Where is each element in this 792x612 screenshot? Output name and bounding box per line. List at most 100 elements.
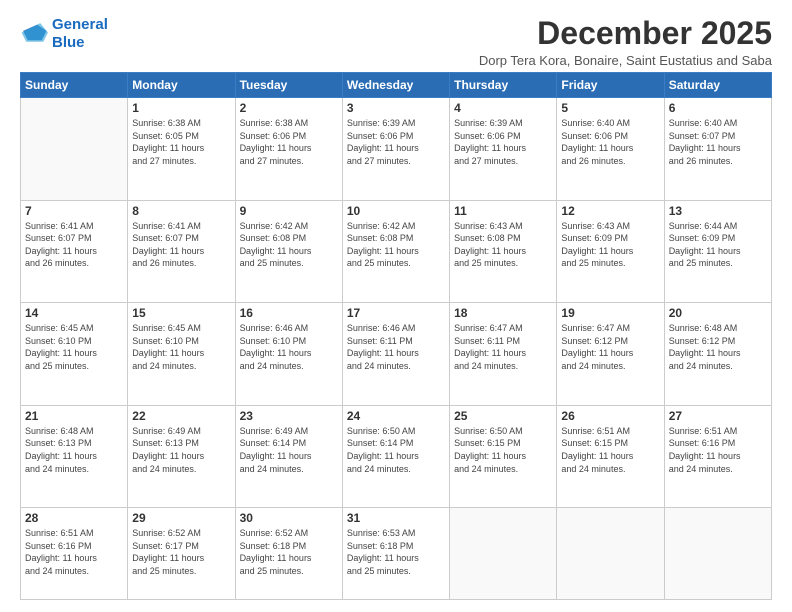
calendar-row-3: 14 Sunrise: 6:45 AMSunset: 6:10 PMDayligh… [21, 303, 772, 406]
day-number: 24 [347, 409, 445, 423]
day-number: 12 [561, 204, 659, 218]
table-row: 15 Sunrise: 6:45 AMSunset: 6:10 PMDayligh… [128, 303, 235, 406]
day-info: Sunrise: 6:40 AMSunset: 6:06 PMDaylight:… [561, 117, 659, 167]
title-block: December 2025 Dorp Tera Kora, Bonaire, S… [479, 16, 772, 68]
table-row: 12 Sunrise: 6:43 AMSunset: 6:09 PMDayligh… [557, 200, 664, 303]
day-number: 23 [240, 409, 338, 423]
table-row: 10 Sunrise: 6:42 AMSunset: 6:08 PMDayligh… [342, 200, 449, 303]
day-info: Sunrise: 6:38 AMSunset: 6:06 PMDaylight:… [240, 117, 338, 167]
day-info: Sunrise: 6:41 AMSunset: 6:07 PMDaylight:… [25, 220, 123, 270]
day-number: 27 [669, 409, 767, 423]
col-sunday: Sunday [21, 73, 128, 98]
day-number: 22 [132, 409, 230, 423]
table-row: 23Sunrise: 6:49 AMSunset: 6:14 PMDayligh… [235, 405, 342, 508]
day-info: Sunrise: 6:42 AMSunset: 6:08 PMDaylight:… [347, 220, 445, 270]
day-number: 2 [240, 101, 338, 115]
day-info: Sunrise: 6:38 AMSunset: 6:05 PMDaylight:… [132, 117, 230, 167]
calendar-row-4: 21 Sunrise: 6:48 AMSunset: 6:13 PMDayligh… [21, 405, 772, 508]
col-saturday: Saturday [664, 73, 771, 98]
day-info: Sunrise: 6:42 AMSunset: 6:08 PMDaylight:… [240, 220, 338, 270]
table-row: 6 Sunrise: 6:40 AMSunset: 6:07 PMDaylight… [664, 98, 771, 201]
day-info: Sunrise: 6:41 AMSunset: 6:07 PMDaylight:… [132, 220, 230, 270]
logo-line1: General [52, 16, 108, 33]
day-number: 25 [454, 409, 552, 423]
day-info: Sunrise: 6:47 AMSunset: 6:12 PMDaylight:… [561, 322, 659, 372]
day-number: 30 [240, 511, 338, 525]
table-row: 14 Sunrise: 6:45 AMSunset: 6:10 PMDayligh… [21, 303, 128, 406]
day-number: 10 [347, 204, 445, 218]
day-number: 3 [347, 101, 445, 115]
table-row: 2 Sunrise: 6:38 AMSunset: 6:06 PMDaylight… [235, 98, 342, 201]
col-thursday: Thursday [450, 73, 557, 98]
day-info: Sunrise: 6:46 AMSunset: 6:11 PMDaylight:… [347, 322, 445, 372]
day-number: 21 [25, 409, 123, 423]
day-info: Sunrise: 6:47 AMSunset: 6:11 PMDaylight:… [454, 322, 552, 372]
day-number: 16 [240, 306, 338, 320]
logo: General Blue [20, 16, 108, 52]
table-row: 13Sunrise: 6:44 AMSunset: 6:09 PMDayligh… [664, 200, 771, 303]
day-info: Sunrise: 6:43 AMSunset: 6:08 PMDaylight:… [454, 220, 552, 270]
day-number: 5 [561, 101, 659, 115]
day-info: Sunrise: 6:50 AMSunset: 6:14 PMDaylight:… [347, 425, 445, 475]
day-number: 8 [132, 204, 230, 218]
day-number: 26 [561, 409, 659, 423]
day-number: 31 [347, 511, 445, 525]
day-number: 19 [561, 306, 659, 320]
table-row [664, 508, 771, 600]
table-row: 31Sunrise: 6:53 AMSunset: 6:18 PMDayligh… [342, 508, 449, 600]
day-number: 17 [347, 306, 445, 320]
day-number: 7 [25, 204, 123, 218]
day-info: Sunrise: 6:40 AMSunset: 6:07 PMDaylight:… [669, 117, 767, 167]
calendar-table: Sunday Monday Tuesday Wednesday Thursday… [20, 72, 772, 600]
day-number: 15 [132, 306, 230, 320]
table-row: 20Sunrise: 6:48 AMSunset: 6:12 PMDayligh… [664, 303, 771, 406]
logo-line2: Blue [52, 34, 85, 51]
day-info: Sunrise: 6:51 AMSunset: 6:16 PMDaylight:… [25, 527, 123, 577]
day-info: Sunrise: 6:39 AMSunset: 6:06 PMDaylight:… [454, 117, 552, 167]
calendar-header-row: Sunday Monday Tuesday Wednesday Thursday… [21, 73, 772, 98]
day-number: 14 [25, 306, 123, 320]
table-row: 1Sunrise: 6:38 AMSunset: 6:05 PMDaylight… [128, 98, 235, 201]
logo-icon [20, 20, 48, 48]
day-number: 9 [240, 204, 338, 218]
table-row: 3 Sunrise: 6:39 AMSunset: 6:06 PMDaylight… [342, 98, 449, 201]
table-row: 28 Sunrise: 6:51 AMSunset: 6:16 PMDayligh… [21, 508, 128, 600]
table-row: 4 Sunrise: 6:39 AMSunset: 6:06 PMDaylight… [450, 98, 557, 201]
calendar-row-1: 1Sunrise: 6:38 AMSunset: 6:05 PMDaylight… [21, 98, 772, 201]
day-info: Sunrise: 6:39 AMSunset: 6:06 PMDaylight:… [347, 117, 445, 167]
col-tuesday: Tuesday [235, 73, 342, 98]
month-title: December 2025 [479, 16, 772, 51]
table-row: 19 Sunrise: 6:47 AMSunset: 6:12 PMDayligh… [557, 303, 664, 406]
table-row: 30 Sunrise: 6:52 AMSunset: 6:18 PMDayligh… [235, 508, 342, 600]
col-monday: Monday [128, 73, 235, 98]
header: General Blue December 2025 Dorp Tera Kor… [20, 16, 772, 68]
day-info: Sunrise: 6:50 AMSunset: 6:15 PMDaylight:… [454, 425, 552, 475]
day-info: Sunrise: 6:52 AMSunset: 6:18 PMDaylight:… [240, 527, 338, 577]
table-row: 26Sunrise: 6:51 AMSunset: 6:15 PMDayligh… [557, 405, 664, 508]
table-row: 16 Sunrise: 6:46 AMSunset: 6:10 PMDayligh… [235, 303, 342, 406]
page: General Blue December 2025 Dorp Tera Kor… [0, 0, 792, 612]
table-row: 9 Sunrise: 6:42 AMSunset: 6:08 PMDaylight… [235, 200, 342, 303]
table-row [21, 98, 128, 201]
day-number: 11 [454, 204, 552, 218]
day-info: Sunrise: 6:48 AMSunset: 6:13 PMDaylight:… [25, 425, 123, 475]
day-number: 29 [132, 511, 230, 525]
table-row: 25 Sunrise: 6:50 AMSunset: 6:15 PMDayligh… [450, 405, 557, 508]
day-info: Sunrise: 6:48 AMSunset: 6:12 PMDaylight:… [669, 322, 767, 372]
table-row: 8 Sunrise: 6:41 AMSunset: 6:07 PMDaylight… [128, 200, 235, 303]
table-row: 24 Sunrise: 6:50 AMSunset: 6:14 PMDayligh… [342, 405, 449, 508]
day-number: 28 [25, 511, 123, 525]
table-row: 21 Sunrise: 6:48 AMSunset: 6:13 PMDayligh… [21, 405, 128, 508]
day-info: Sunrise: 6:43 AMSunset: 6:09 PMDaylight:… [561, 220, 659, 270]
day-number: 13 [669, 204, 767, 218]
day-info: Sunrise: 6:45 AMSunset: 6:10 PMDaylight:… [25, 322, 123, 372]
day-number: 4 [454, 101, 552, 115]
table-row: 7 Sunrise: 6:41 AMSunset: 6:07 PMDaylight… [21, 200, 128, 303]
day-number: 18 [454, 306, 552, 320]
day-number: 6 [669, 101, 767, 115]
subtitle: Dorp Tera Kora, Bonaire, Saint Eustatius… [479, 53, 772, 68]
day-info: Sunrise: 6:45 AMSunset: 6:10 PMDaylight:… [132, 322, 230, 372]
day-info: Sunrise: 6:46 AMSunset: 6:10 PMDaylight:… [240, 322, 338, 372]
table-row: 5 Sunrise: 6:40 AMSunset: 6:06 PMDaylight… [557, 98, 664, 201]
col-wednesday: Wednesday [342, 73, 449, 98]
